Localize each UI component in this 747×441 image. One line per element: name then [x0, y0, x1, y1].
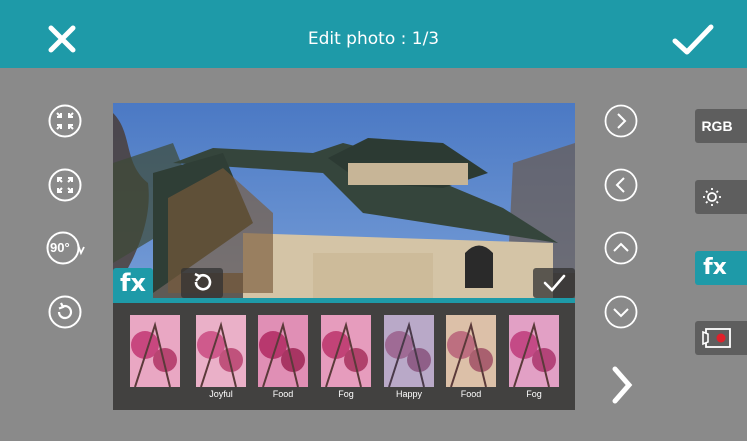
filter-label: Food — [460, 389, 482, 399]
filter-label: Joyful — [209, 389, 233, 399]
checkmark-icon — [543, 274, 566, 292]
filter-label: Fog — [338, 389, 354, 399]
move-down-button[interactable] — [604, 295, 638, 329]
chevron-right-icon — [612, 366, 633, 404]
filter-thumbnail[interactable] — [258, 315, 308, 387]
filter-strip: Joyful Food Fog Happy Food Fog — [113, 303, 575, 410]
chevron-right-icon — [604, 104, 638, 138]
rotate-reset-icon — [48, 295, 82, 329]
filter-thumbnail[interactable] — [321, 315, 371, 387]
effects-button[interactable]: fx — [695, 251, 747, 285]
next-button[interactable] — [604, 104, 638, 138]
filter-thumbnail[interactable] — [446, 315, 496, 387]
close-button[interactable] — [48, 25, 76, 53]
move-up-button[interactable] — [604, 231, 638, 265]
previous-button[interactable] — [604, 168, 638, 202]
rotate-90-icon: 90° — [50, 240, 70, 255]
filter-thumbnail[interactable] — [196, 315, 246, 387]
record-button[interactable] — [695, 321, 747, 355]
undo-button[interactable] — [181, 268, 223, 298]
filter-thumbnail[interactable] — [384, 315, 434, 387]
fx-badge: fx — [113, 268, 153, 298]
fx-label: fx — [703, 255, 727, 280]
brightness-icon — [703, 188, 721, 206]
checkmark-icon — [672, 24, 714, 55]
next-photo-button[interactable] — [608, 365, 636, 405]
shrink-button[interactable] — [48, 104, 82, 138]
expand-button[interactable] — [48, 168, 82, 202]
page-title: Edit photo : 1/3 — [307, 29, 440, 49]
filter-thumbnail[interactable] — [509, 315, 559, 387]
rotate-90-button[interactable]: 90° — [46, 231, 86, 265]
filter-label: Food — [272, 389, 294, 399]
confirm-button[interactable] — [672, 24, 714, 56]
apply-filter-button[interactable] — [533, 268, 575, 298]
shrink-icon — [48, 104, 82, 138]
filter-label: Happy — [395, 389, 422, 399]
chevron-down-icon — [604, 295, 638, 329]
filter-thumbnail[interactable] — [130, 315, 180, 387]
close-icon — [48, 25, 76, 53]
expand-icon — [48, 168, 82, 202]
filter-label: Fog — [526, 389, 542, 399]
brightness-button[interactable] — [695, 180, 747, 214]
chevron-left-icon — [604, 168, 638, 202]
rotate-reset-button[interactable] — [48, 295, 82, 329]
rgb-button[interactable]: RGB — [695, 109, 747, 143]
undo-icon — [194, 272, 212, 291]
rgb-label: RGB — [701, 118, 733, 134]
record-frame-icon — [702, 328, 731, 348]
chevron-up-icon — [604, 231, 638, 265]
